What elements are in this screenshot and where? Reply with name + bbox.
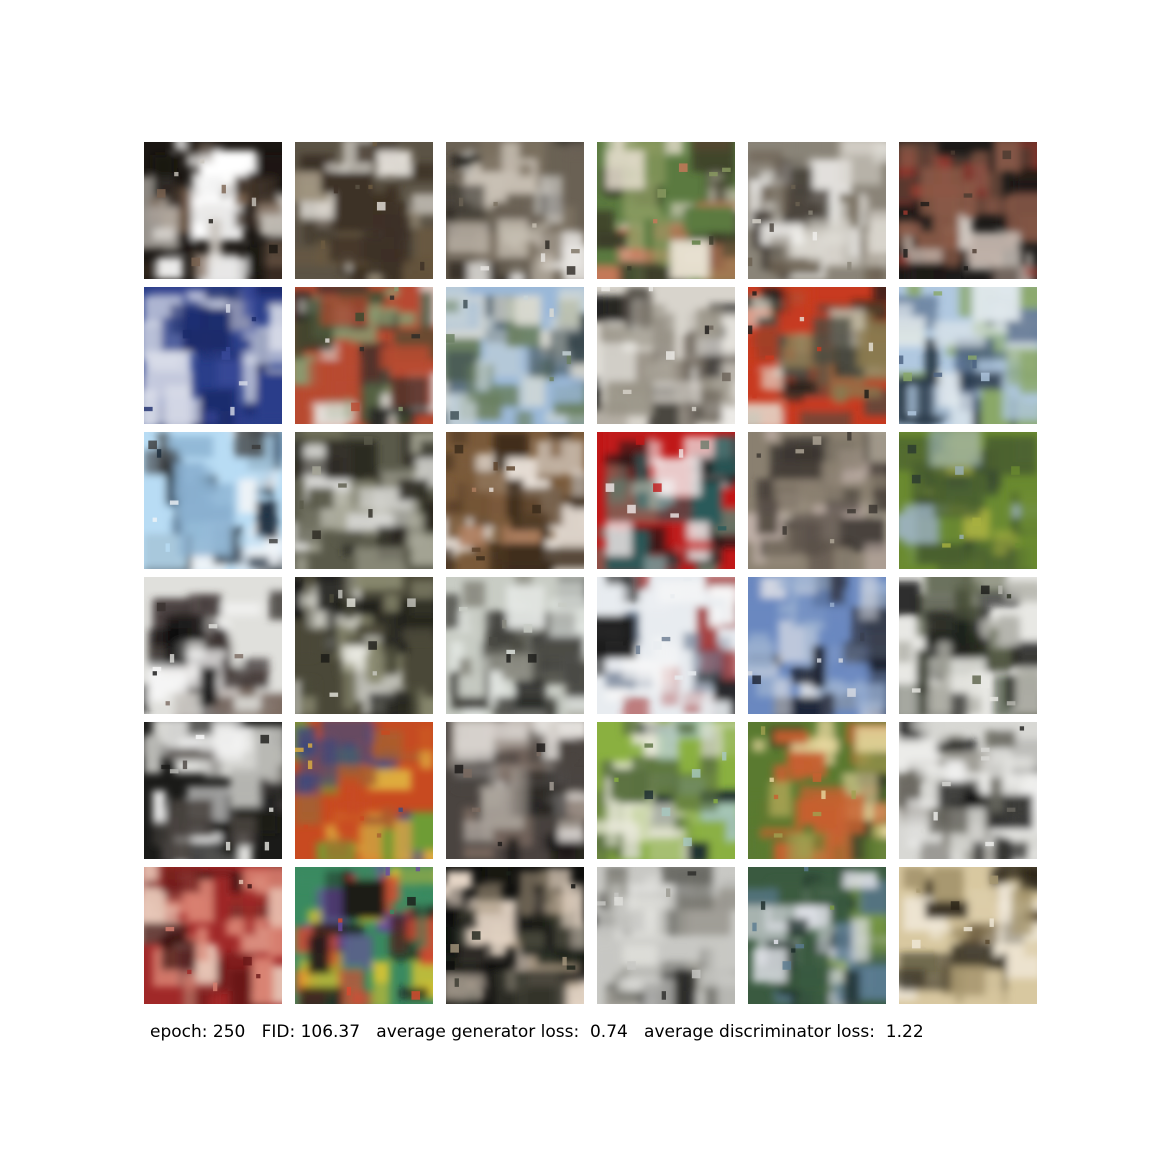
generated-sample-image (899, 722, 1037, 859)
generated-sample-image (144, 867, 282, 1004)
generated-sample-image (295, 287, 433, 424)
generated-sample-image (446, 432, 584, 569)
generated-sample-image (748, 432, 886, 569)
generated-sample-image (597, 722, 735, 859)
generated-sample-image (748, 142, 886, 279)
generated-sample-image (899, 432, 1037, 569)
generated-sample-image (899, 577, 1037, 714)
generated-sample-image (144, 432, 282, 569)
generated-sample-image (748, 287, 886, 424)
generated-sample-image (899, 142, 1037, 279)
sample-image-grid (144, 142, 1037, 1004)
generated-sample-image (597, 142, 735, 279)
generated-sample-image (446, 722, 584, 859)
generated-sample-image (446, 867, 584, 1004)
generated-sample-image (295, 867, 433, 1004)
generated-sample-image (144, 287, 282, 424)
generated-sample-image (597, 867, 735, 1004)
generated-sample-image (144, 722, 282, 859)
generated-sample-image (597, 432, 735, 569)
generated-sample-image (446, 287, 584, 424)
generated-sample-image (748, 867, 886, 1004)
generated-sample-image (295, 577, 433, 714)
generated-sample-image (597, 577, 735, 714)
generated-sample-image (899, 287, 1037, 424)
generated-sample-image (295, 432, 433, 569)
generated-sample-image (748, 722, 886, 859)
generated-sample-image (446, 142, 584, 279)
generated-sample-image (899, 867, 1037, 1004)
generated-sample-image (446, 577, 584, 714)
generated-sample-image (144, 577, 282, 714)
generated-sample-image (748, 577, 886, 714)
generated-sample-image (597, 287, 735, 424)
generated-sample-image (144, 142, 282, 279)
training-stats-caption: epoch: 250 FID: 106.37 average generator… (150, 1022, 924, 1042)
generated-sample-image (295, 142, 433, 279)
generated-sample-image (295, 722, 433, 859)
